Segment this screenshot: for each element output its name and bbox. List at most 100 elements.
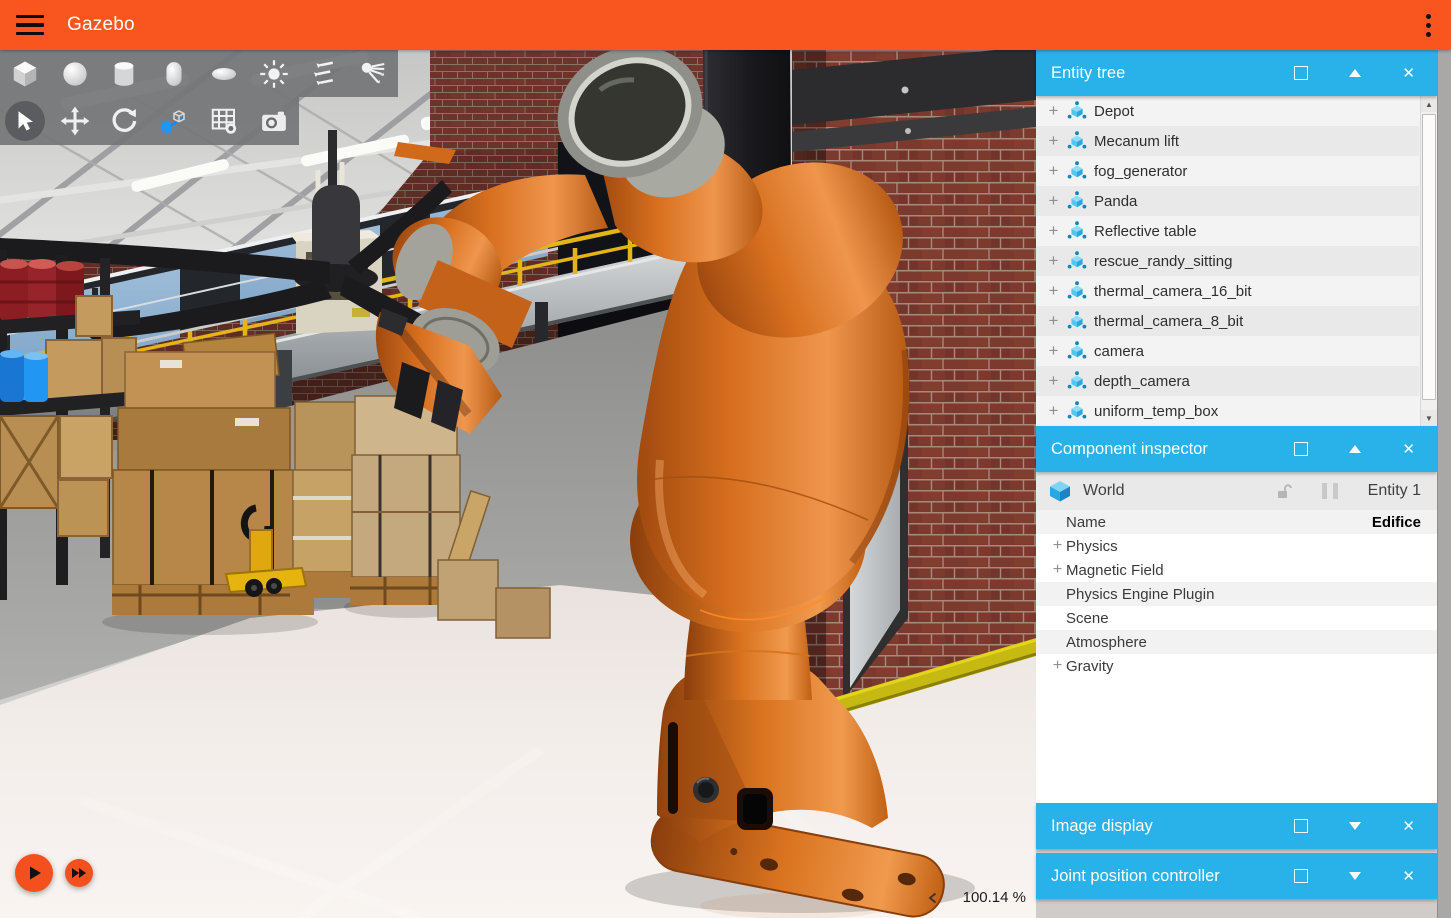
float-window-icon[interactable] (1292, 867, 1310, 885)
view-angle-button[interactable] (199, 97, 249, 145)
float-window-icon[interactable] (1292, 64, 1310, 82)
component-row-scene[interactable]: Scene (1036, 606, 1437, 630)
expand-plus-icon[interactable] (1047, 221, 1060, 241)
select-arrow-icon (12, 108, 38, 134)
panel-title: Component inspector (1051, 440, 1208, 459)
float-window-icon[interactable] (1292, 817, 1310, 835)
entity-tree-header[interactable]: Entity tree ✕ (1036, 50, 1437, 96)
expand-plus-icon[interactable] (1047, 101, 1060, 121)
align-tool-button[interactable] (149, 97, 199, 145)
capsule-icon (161, 60, 187, 88)
tree-item-label: thermal_camera_8_bit (1094, 313, 1243, 330)
entity-tree-list: Depot Mecanum lift fog_generator Panda R (1036, 96, 1437, 426)
tree-item-rescue-randy[interactable]: rescue_randy_sitting (1036, 246, 1419, 276)
component-inspector-body: World Entity 1 Name Edifice (1036, 472, 1437, 803)
cylinder-icon (110, 60, 138, 88)
expand-plus-icon[interactable] (1047, 161, 1060, 181)
scene-viewport[interactable]: 100.14 % (0, 50, 1036, 918)
app-title: Gazebo (67, 14, 135, 36)
expand-plus-icon[interactable] (1047, 281, 1060, 301)
entity-id-label: Entity 1 (1368, 482, 1421, 500)
component-row-atmosphere[interactable]: Atmosphere (1036, 630, 1437, 654)
collapse-up-icon[interactable] (1347, 67, 1363, 79)
tree-item-uniform-temp-box[interactable]: uniform_temp_box (1036, 396, 1419, 426)
collapse-down-icon[interactable] (1347, 820, 1363, 832)
component-row-physics[interactable]: Physics (1036, 534, 1437, 558)
tree-item-depot[interactable]: Depot (1036, 96, 1419, 126)
tree-item-thermal-camera-8[interactable]: thermal_camera_8_bit (1036, 306, 1419, 336)
expand-plus-icon[interactable] (1047, 131, 1060, 151)
component-row-physics-engine-plugin[interactable]: Physics Engine Plugin (1036, 582, 1437, 606)
expand-plus-icon[interactable] (1047, 401, 1060, 421)
component-label: Name (1066, 514, 1106, 531)
chevron-left-icon (928, 892, 937, 904)
tree-scrollbar[interactable]: ▲ ▼ (1420, 96, 1437, 426)
expand-plus-icon[interactable] (1047, 341, 1060, 361)
close-icon[interactable]: ✕ (1400, 64, 1417, 83)
insert-directional-light-button[interactable] (299, 50, 349, 97)
tree-item-label: Depot (1094, 103, 1134, 120)
expand-plus-icon[interactable] (1049, 537, 1066, 555)
play-button[interactable] (15, 854, 53, 892)
app-bar: Gazebo (0, 0, 1451, 50)
screenshot-button[interactable] (249, 97, 299, 145)
scroll-down-icon[interactable]: ▼ (1421, 410, 1437, 426)
insert-cylinder-button[interactable] (100, 50, 150, 97)
float-window-icon[interactable] (1292, 440, 1310, 458)
tree-item-reflective-table[interactable]: Reflective table (1036, 216, 1419, 246)
image-display-header[interactable]: Image display ✕ (1036, 803, 1437, 849)
window-edge-strip (1437, 50, 1451, 918)
component-inspector-header[interactable]: Component inspector ✕ (1036, 426, 1437, 472)
scrollbar-thumb[interactable] (1422, 114, 1436, 400)
expand-plus-icon[interactable] (1047, 191, 1060, 211)
unlock-icon[interactable] (1276, 483, 1292, 500)
joint-position-controller-header[interactable]: Joint position controller ✕ (1036, 853, 1437, 899)
close-icon[interactable]: ✕ (1400, 440, 1417, 459)
select-tool-button[interactable] (0, 97, 50, 145)
model-icon (1067, 131, 1087, 151)
model-icon (1067, 251, 1087, 271)
expand-plus-icon[interactable] (1049, 657, 1066, 675)
component-row-magnetic-field[interactable]: Magnetic Field (1036, 558, 1437, 582)
expand-plus-icon[interactable] (1047, 251, 1060, 271)
model-icon (1067, 401, 1087, 421)
insert-spot-light-button[interactable] (349, 50, 399, 97)
expand-plus-icon[interactable] (1049, 561, 1066, 579)
fast-forward-icon (71, 867, 87, 879)
tree-item-mecanum-lift[interactable]: Mecanum lift (1036, 126, 1419, 156)
rtf-display[interactable]: 100.14 % (928, 889, 1026, 906)
hamburger-menu-icon[interactable] (12, 12, 48, 38)
pause-icon[interactable] (1322, 483, 1338, 499)
tree-item-camera[interactable]: camera (1036, 336, 1419, 366)
tree-item-fog-generator[interactable]: fog_generator (1036, 156, 1419, 186)
collapse-up-icon[interactable] (1347, 443, 1363, 455)
expand-plus-icon[interactable] (1047, 311, 1060, 331)
close-icon[interactable]: ✕ (1400, 817, 1417, 836)
tree-item-thermal-camera-16[interactable]: thermal_camera_16_bit (1036, 276, 1419, 306)
sphere-icon (61, 60, 89, 88)
close-icon[interactable]: ✕ (1400, 867, 1417, 886)
warehouse-scene (0, 50, 1036, 918)
translate-tool-button[interactable] (50, 97, 100, 145)
insert-point-light-button[interactable] (249, 50, 299, 97)
collapse-down-icon[interactable] (1347, 870, 1363, 882)
step-button[interactable] (65, 859, 93, 887)
component-label: Gravity (1066, 658, 1114, 675)
scroll-up-icon[interactable]: ▲ (1421, 96, 1437, 112)
component-row-gravity[interactable]: Gravity (1036, 654, 1437, 678)
insert-sphere-button[interactable] (50, 50, 100, 97)
box-icon (10, 59, 40, 89)
tree-item-label: fog_generator (1094, 163, 1187, 180)
tree-item-panda[interactable]: Panda (1036, 186, 1419, 216)
point-light-icon (259, 59, 289, 89)
tree-item-depth-camera[interactable]: depth_camera (1036, 366, 1419, 396)
insert-capsule-button[interactable] (149, 50, 199, 97)
kebab-menu-icon[interactable] (1422, 10, 1435, 41)
insert-box-button[interactable] (0, 50, 50, 97)
expand-plus-icon[interactable] (1047, 371, 1060, 391)
component-row-name[interactable]: Name Edifice (1036, 510, 1437, 534)
rotate-tool-button[interactable] (100, 97, 150, 145)
insert-ellipsoid-button[interactable] (199, 50, 249, 97)
component-label: Physics (1066, 538, 1118, 555)
tree-item-label: Reflective table (1094, 223, 1197, 240)
